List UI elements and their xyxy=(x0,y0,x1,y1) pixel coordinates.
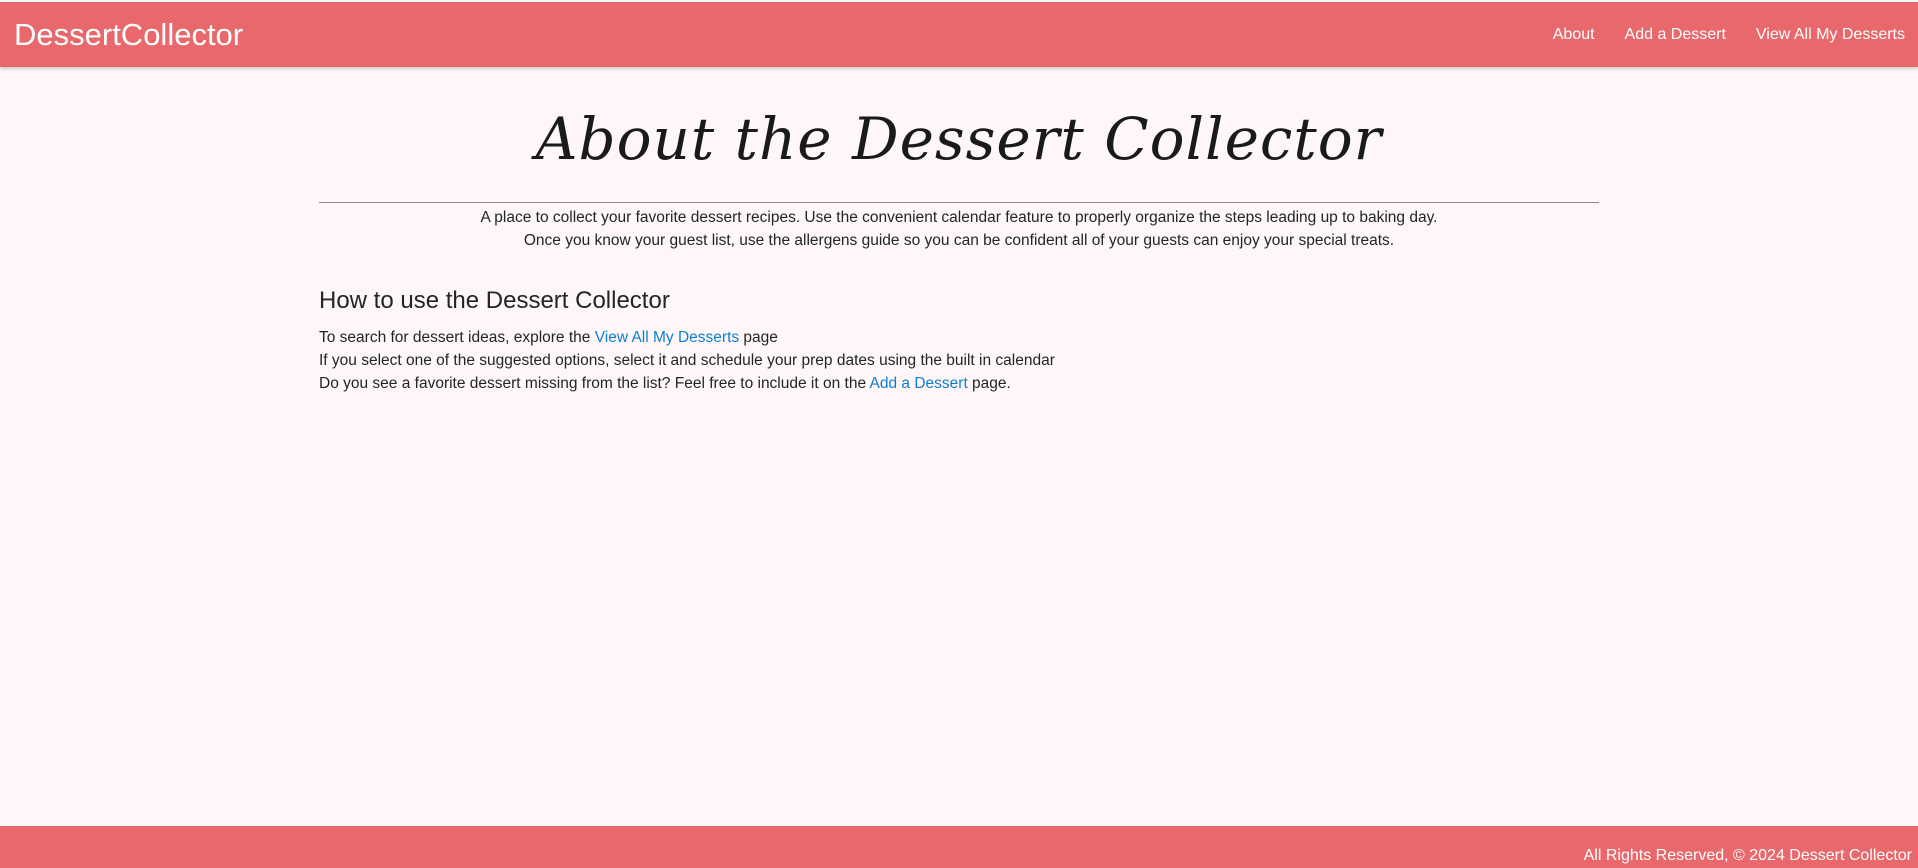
add-dessert-link[interactable]: Add a Dessert xyxy=(870,375,968,392)
nav-link-view-all-desserts[interactable]: View All My Desserts xyxy=(1756,26,1905,44)
howto-line-3: Do you see a favorite dessert missing fr… xyxy=(319,372,1055,395)
nav-link-about[interactable]: About xyxy=(1553,26,1595,44)
page-title: About the Dessert Collector xyxy=(535,105,1383,173)
howto-heading: How to use the Dessert Collector xyxy=(319,287,670,314)
howto-line-3-text: Do you see a favorite dessert missing fr… xyxy=(319,375,870,392)
howto-line-1: To search for dessert ideas, explore the… xyxy=(319,326,1055,349)
howto-line-2: If you select one of the suggested optio… xyxy=(319,352,1055,369)
footer-copyright: All Rights Reserved, © 2024 Dessert Coll… xyxy=(1583,847,1912,864)
navbar: DessertCollector About Add a Dessert Vie… xyxy=(0,2,1918,67)
intro-line-1: A place to collect your favorite dessert… xyxy=(480,209,1438,226)
nav-links: About Add a Dessert View All My Desserts xyxy=(1553,26,1905,44)
intro-text: A place to collect your favorite dessert… xyxy=(319,206,1599,252)
brand-logo-link[interactable]: DessertCollector xyxy=(14,17,243,53)
view-all-desserts-link[interactable]: View All My Desserts xyxy=(595,329,739,346)
nav-link-add-dessert[interactable]: Add a Dessert xyxy=(1625,26,1726,44)
howto-instructions: To search for dessert ideas, explore the… xyxy=(319,326,1055,395)
intro-line-2: Once you know your guest list, use the a… xyxy=(523,232,1395,249)
howto-line-1-suffix: page xyxy=(739,329,778,346)
title-divider xyxy=(319,202,1599,203)
footer: All Rights Reserved, © 2024 Dessert Coll… xyxy=(0,826,1918,868)
howto-line-1-text: To search for dessert ideas, explore the xyxy=(319,329,595,346)
howto-line-3-suffix: page. xyxy=(967,375,1011,392)
